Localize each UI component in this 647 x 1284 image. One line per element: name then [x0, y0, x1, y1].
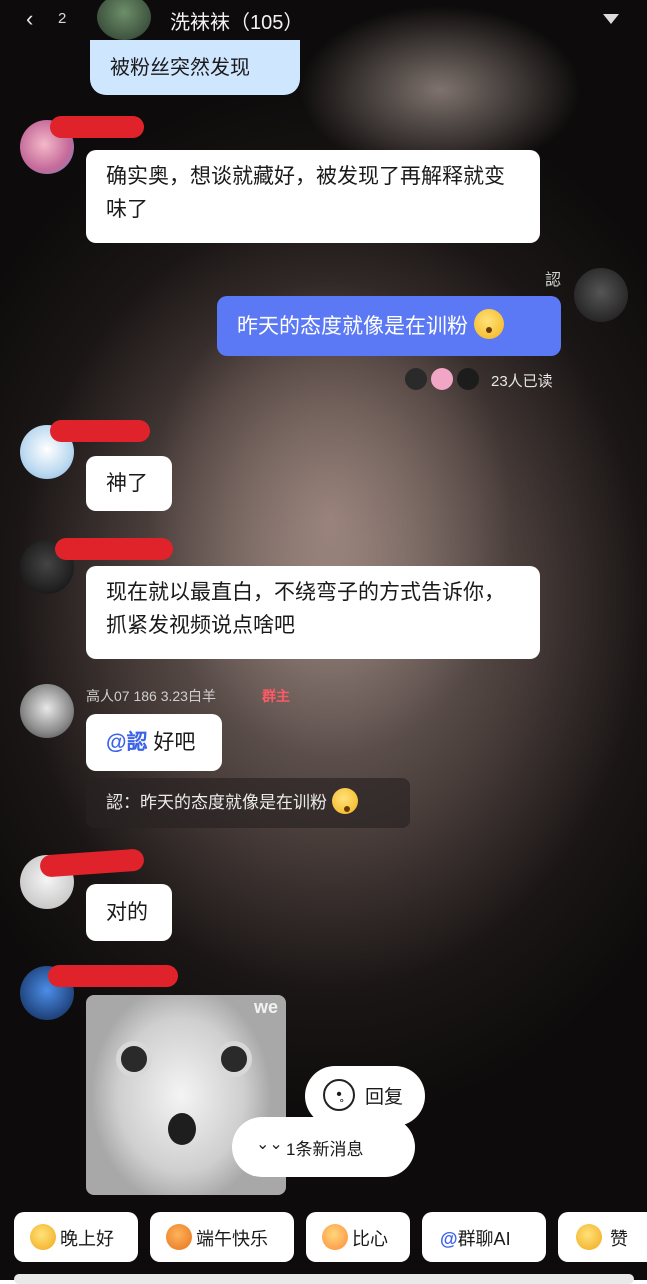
heart-hands-emoji-icon	[322, 1224, 348, 1250]
my-avatar[interactable]	[574, 268, 628, 322]
message-text: 好吧	[147, 731, 196, 754]
message-text: 对的	[106, 901, 148, 924]
reader-avatar	[405, 368, 427, 390]
quick-reply-dragon-boat[interactable]: 端午快乐	[150, 1212, 294, 1262]
sender-name[interactable]: 高人07 186 3.23白羊	[86, 686, 216, 706]
input-bar-edge	[14, 1274, 634, 1284]
at-icon: @	[440, 1229, 458, 1249]
sweat-face-emoji-icon	[473, 309, 504, 339]
mention-link[interactable]: @認	[106, 731, 147, 754]
message-bubble[interactable]: @認 好吧	[86, 714, 222, 771]
crying-face-mouth	[168, 1113, 196, 1145]
redaction-mark	[50, 116, 144, 138]
unread-count: 2	[58, 10, 67, 27]
group-owner-badge: 群主	[262, 688, 290, 704]
message-text: 昨天的态度就像是在训粉	[237, 315, 468, 338]
dropdown-caret-icon[interactable]	[603, 14, 619, 24]
quick-reply-label: 群聊AI	[457, 1229, 511, 1249]
quick-reply-label: 赞	[610, 1229, 628, 1249]
new-messages-label: 1条新消息	[286, 1140, 364, 1159]
star-face-emoji-icon	[30, 1224, 56, 1250]
redaction-mark	[55, 538, 173, 560]
reply-label: 回复	[365, 1087, 404, 1108]
image-watermark: we	[253, 997, 278, 1017]
tiger-face-emoji-icon	[166, 1224, 192, 1250]
crying-face-eye	[216, 1041, 252, 1077]
quoted-message[interactable]: 認：昨天的态度就像是在训粉	[86, 778, 410, 828]
message-bubble[interactable]: 确实奥，想谈就藏好，被发现了再解释就变味了	[86, 150, 540, 243]
quick-reply-label: 端午快乐	[196, 1229, 268, 1249]
quick-reply-label: 晚上好	[60, 1229, 114, 1249]
quick-reply-heart[interactable]: 比心	[306, 1212, 410, 1262]
quick-reply-group-ai[interactable]: @群聊AI	[422, 1212, 546, 1262]
redaction-mark	[48, 965, 178, 987]
double-chevron-down-icon: ⌄⌄	[256, 1136, 283, 1153]
quick-reply-like[interactable]: 赞	[558, 1212, 647, 1262]
redaction-mark	[50, 420, 150, 442]
chat-header: ‹ 2 洗袜袜（105）	[0, 0, 647, 40]
group-title[interactable]: 洗袜袜（105）	[170, 6, 303, 35]
crying-face-eye	[116, 1041, 152, 1077]
read-count: 23人已读	[491, 373, 553, 390]
avatar[interactable]	[20, 684, 74, 738]
my-message-bubble[interactable]: 昨天的态度就像是在训粉	[217, 296, 561, 356]
thumbs-up-emoji-icon	[576, 1224, 602, 1250]
reply-face-icon: •̥	[323, 1079, 355, 1111]
message-text: 现在就以最直白，不绕弯子的方式告诉你，抓紧发视频说点啥吧	[106, 581, 505, 637]
message-bubble[interactable]: 对的	[86, 884, 172, 941]
new-messages-button[interactable]: ⌄⌄ 1条新消息	[232, 1117, 415, 1177]
message-text: 确实奥，想谈就藏好，被发现了再解释就变味了	[106, 165, 505, 221]
quick-reply-label: 比心	[352, 1229, 388, 1249]
message-text: 神了	[106, 472, 148, 495]
sweat-face-emoji-icon	[331, 788, 358, 814]
message-bubble[interactable]: 现在就以最直白，不绕弯子的方式告诉你，抓紧发视频说点啥吧	[86, 566, 540, 659]
message-text: 被粉丝突然发现	[110, 57, 250, 79]
back-arrow-icon[interactable]: ‹	[26, 6, 33, 32]
quick-reply-good-evening[interactable]: 晚上好	[14, 1212, 138, 1262]
reader-avatar	[457, 368, 479, 390]
group-avatar[interactable]	[97, 0, 151, 40]
message-bubble[interactable]: 被粉丝突然发现	[90, 40, 300, 95]
quote-text: 認：昨天的态度就像是在训粉	[106, 793, 327, 812]
sender-name: 認	[544, 272, 561, 289]
message-bubble[interactable]: 神了	[86, 456, 172, 511]
reader-avatar	[431, 368, 453, 390]
